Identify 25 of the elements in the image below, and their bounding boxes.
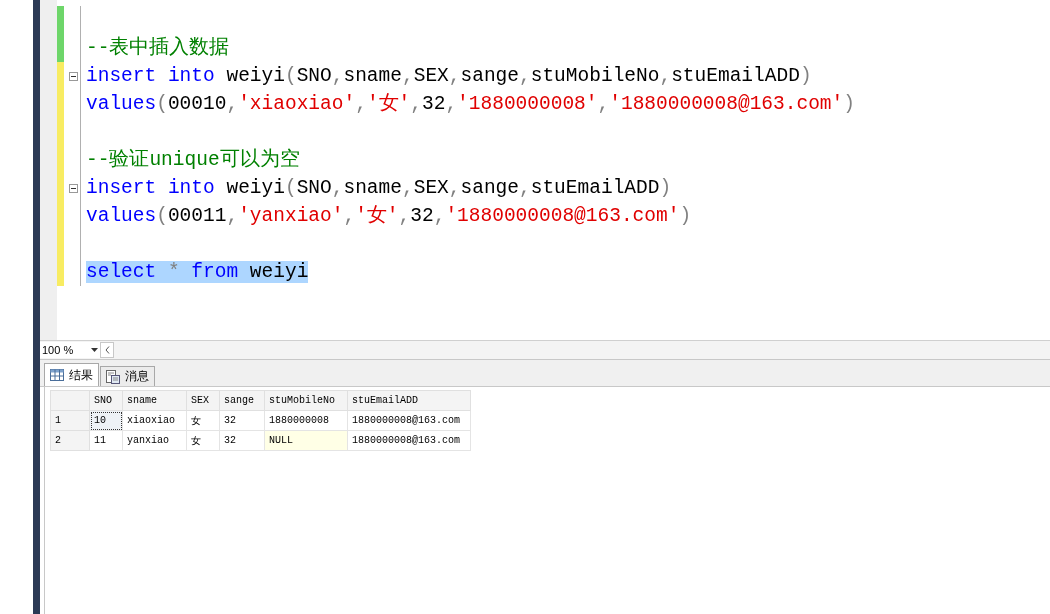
code-line: values(00011,'yanxiao','女',32,'1880000008@163.com') <box>85 204 692 229</box>
scroll-left-button[interactable] <box>100 342 114 358</box>
chevron-left-icon <box>104 346 110 354</box>
code-line: --验证unique可以为空 <box>85 147 300 173</box>
document-icon <box>106 369 120 384</box>
zoom-dropdown[interactable]: 100 % <box>40 342 100 358</box>
column-header[interactable]: sange <box>219 390 265 411</box>
collapse-icon[interactable] <box>68 183 78 193</box>
row-number[interactable]: 2 <box>50 430 90 451</box>
code-line: insert into weiyi(SNO,sname,SEX,sange,stuEmailADD) <box>85 176 672 201</box>
grid-corner <box>50 390 90 411</box>
code-line: insert into weiyi(SNO,sname,SEX,sange,stuMobileNo,stuEmailADD) <box>85 64 812 89</box>
result-tab[interactable]: 结果 <box>44 363 99 386</box>
column-header[interactable]: SEX <box>186 390 220 411</box>
column-header[interactable]: SNO <box>89 390 123 411</box>
code-line: values(00010,'xiaoxiao','女',32,'1880000008','1880000008@163.com') <box>85 92 855 117</box>
row-number[interactable]: 1 <box>50 410 90 431</box>
dropdown-caret-icon <box>91 348 98 352</box>
result-tab[interactable]: 消息 <box>100 366 155 386</box>
column-header[interactable]: sname <box>122 390 187 411</box>
column-header[interactable]: stuMobileNo <box>264 390 348 411</box>
collapse-icon[interactable] <box>68 71 78 81</box>
column-header[interactable]: stuEmailADD <box>347 390 471 411</box>
code-line: --表中插入数据 <box>85 35 230 61</box>
grid-icon <box>50 369 64 381</box>
